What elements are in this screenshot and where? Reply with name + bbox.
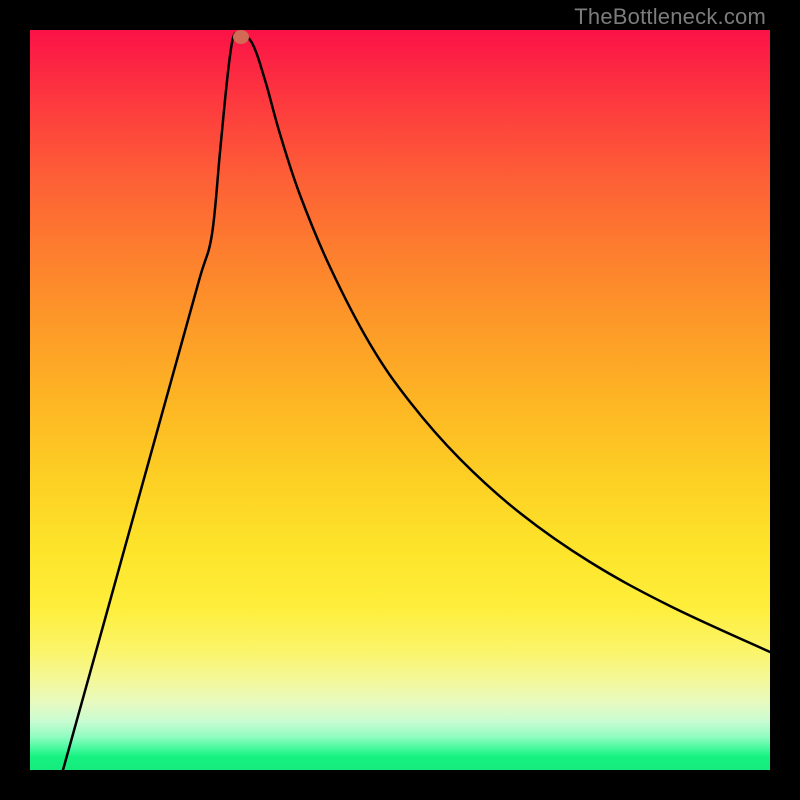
watermark-text: TheBottleneck.com	[574, 4, 766, 30]
plot-area	[30, 30, 770, 770]
chart-frame: TheBottleneck.com	[0, 0, 800, 800]
curve-svg	[30, 30, 770, 770]
optimum-marker	[233, 30, 249, 44]
bottleneck-curve	[63, 33, 770, 770]
